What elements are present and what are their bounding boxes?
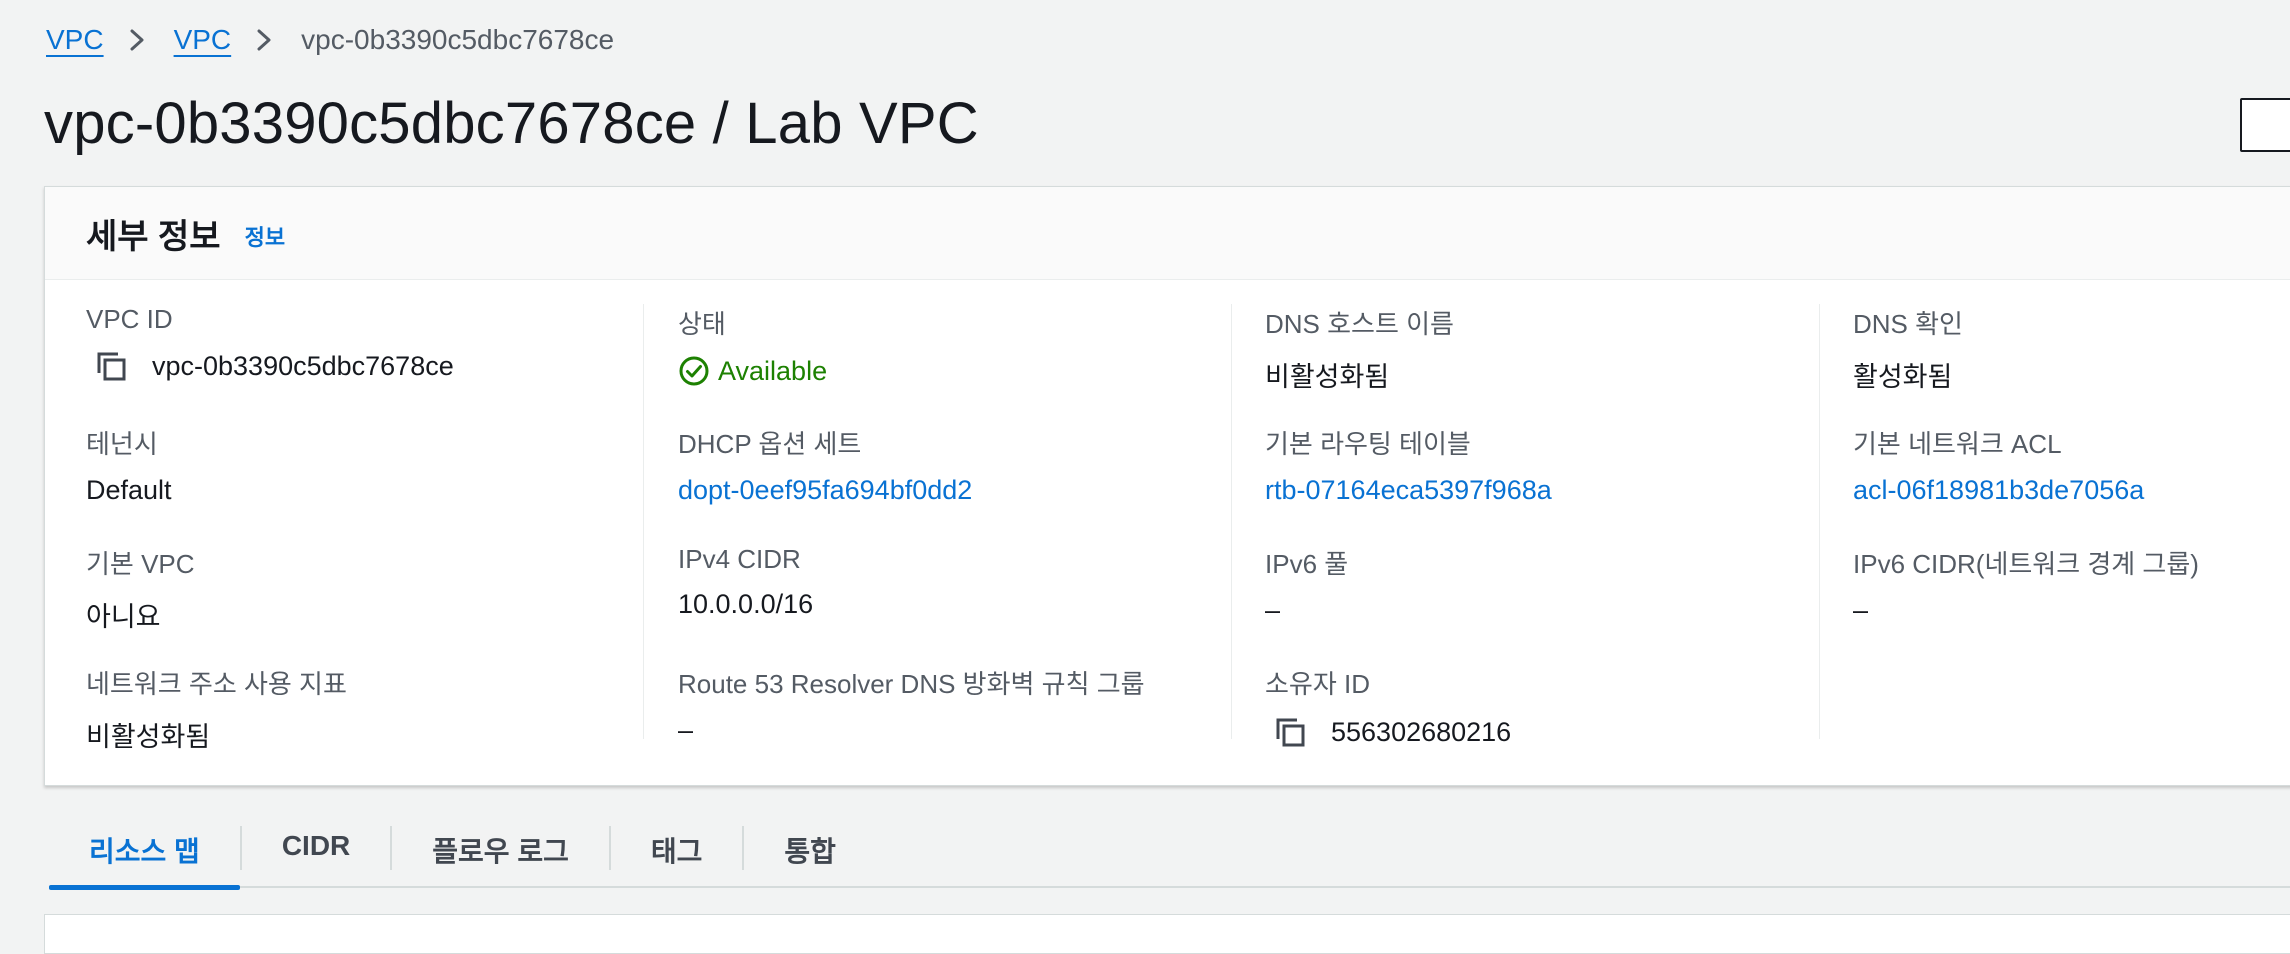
detail-field-value: 10.0.0.0/16 bbox=[678, 589, 814, 619]
detail-field-value-row: 556302680216 bbox=[1265, 715, 1825, 749]
tab-resource-map[interactable]: 리소스 맵 bbox=[49, 818, 240, 890]
breadcrumb-link-vpc-service[interactable]: VPC bbox=[46, 24, 104, 56]
tab-tags[interactable]: 태그 bbox=[611, 818, 743, 888]
detail-field-value: 아니요 bbox=[86, 602, 161, 632]
detail-field-value-row: 비활성화됨 bbox=[86, 715, 646, 754]
detail-field-label: 기본 VPC bbox=[86, 549, 195, 579]
tab-flow-logs[interactable]: 플로우 로그 bbox=[392, 818, 609, 888]
detail-field: 소유자 ID 556302680216 bbox=[1265, 664, 1825, 749]
detail-field-label: DNS 호스트 이름 bbox=[1265, 309, 1454, 339]
detail-field-label: DNS 확인 bbox=[1853, 309, 1963, 339]
detail-field-value: vpc-0b3390c5dbc7678ce bbox=[152, 350, 454, 381]
detail-field-value-row: acl-06f18981b3de7056a bbox=[1853, 475, 2290, 506]
detail-field-value: 556302680216 bbox=[1331, 716, 1512, 747]
detail-field-label: IPv4 CIDR bbox=[678, 544, 801, 574]
detail-field-link[interactable]: rtb-07164eca5397f968a bbox=[1265, 475, 1552, 506]
breadcrumb-current: vpc-0b3390c5dbc7678ce bbox=[301, 24, 615, 55]
detail-field-label: VPC ID bbox=[86, 304, 173, 334]
info-link[interactable]: 정보 bbox=[245, 220, 285, 252]
detail-field-value-row: – bbox=[1853, 595, 2290, 626]
breadcrumb-link-vpcs[interactable]: VPC bbox=[174, 24, 232, 56]
detail-field-value-row: vpc-0b3390c5dbc7678ce bbox=[86, 349, 646, 383]
detail-field: IPv6 풀 – bbox=[1265, 544, 1825, 626]
tab-cidr[interactable]: CIDR bbox=[242, 818, 390, 888]
detail-field-value-row: dopt-0eef95fa694bf0dd2 bbox=[678, 475, 1238, 506]
details-columns: VPC ID vpc-0b3390c5dbc7678ce 테넌시 Default 기본 … bbox=[45, 304, 2290, 752]
detail-field-value-row: – bbox=[1265, 595, 1825, 626]
detail-field: DNS 확인활성화됨 bbox=[1853, 304, 2290, 394]
detail-field: Route 53 Resolver DNS 방화벽 규칙 그룹 – bbox=[678, 664, 1238, 746]
detail-field-label: 소유자 ID bbox=[1265, 669, 1370, 699]
detail-field-value-row: 아니요 bbox=[86, 595, 646, 634]
detail-field-value-row: 10.0.0.0/16 bbox=[678, 589, 1238, 620]
detail-field: 네트워크 주소 사용 지표비활성화됨 bbox=[86, 664, 646, 754]
copy-icon[interactable] bbox=[1273, 715, 1307, 749]
detail-field-label: 기본 네트워크 ACL bbox=[1853, 429, 2062, 459]
detail-field: 기본 네트워크 ACL acl-06f18981b3de7056a bbox=[1853, 424, 2290, 506]
detail-field: IPv6 CIDR(네트워크 경계 그룹) – bbox=[1853, 544, 2290, 626]
detail-field-label: IPv6 풀 bbox=[1265, 549, 1349, 579]
details-panel: 세부 정보 정보 VPC ID vpc-0b3390c5dbc7678ce 테넌시 D… bbox=[44, 186, 2290, 786]
details-panel-header: 세부 정보 정보 bbox=[45, 187, 2290, 280]
tab-bar: 리소스 맵 CIDR 플로우 로그 태그 통합 bbox=[49, 818, 2290, 890]
chevron-right-icon bbox=[130, 29, 144, 51]
detail-field-value-row: rtb-07164eca5397f968a bbox=[1265, 475, 1825, 506]
page-title: vpc-0b3390c5dbc7678ce / Lab VPC bbox=[44, 91, 979, 156]
detail-field: 상태 Available bbox=[678, 304, 1238, 387]
detail-field-label: 기본 라우팅 테이블 bbox=[1265, 429, 1471, 459]
tab-integrations[interactable]: 통합 bbox=[744, 818, 876, 888]
detail-field-value: – bbox=[1265, 595, 1281, 625]
detail-field-label: IPv6 CIDR(네트워크 경계 그룹) bbox=[1853, 549, 2199, 579]
detail-field: 기본 라우팅 테이블 rtb-07164eca5397f968a bbox=[1265, 424, 1825, 506]
detail-field: IPv4 CIDR 10.0.0.0/16 bbox=[678, 544, 1238, 620]
detail-field-value-row: Default bbox=[86, 475, 646, 506]
detail-field: VPC ID vpc-0b3390c5dbc7678ce bbox=[86, 304, 646, 383]
detail-field-label: 네트워크 주소 사용 지표 bbox=[86, 669, 347, 699]
detail-field: DHCP 옵션 세트 dopt-0eef95fa694bf0dd2 bbox=[678, 424, 1238, 506]
details-title: 세부 정보 bbox=[86, 217, 221, 256]
detail-field-value: – bbox=[678, 715, 694, 745]
detail-field-value: Default bbox=[86, 475, 172, 505]
detail-field-value-row: 활성화됨 bbox=[1853, 355, 2290, 394]
detail-field-value: 비활성화됨 bbox=[86, 722, 211, 752]
detail-field-label: Route 53 Resolver DNS 방화벽 규칙 그룹 bbox=[678, 669, 1145, 699]
copy-icon[interactable] bbox=[94, 349, 128, 383]
actions-button[interactable]: 작 bbox=[2240, 98, 2290, 152]
detail-field: 테넌시 Default bbox=[86, 424, 646, 506]
detail-field-value: 비활성화됨 bbox=[1265, 362, 1390, 392]
detail-field-value: – bbox=[1853, 595, 1869, 625]
detail-field-label: 테넌시 bbox=[86, 429, 158, 459]
detail-field: 기본 VPC 아니요 bbox=[86, 544, 646, 634]
status-success-icon bbox=[679, 356, 709, 386]
status-value: Available bbox=[718, 355, 828, 386]
detail-field-link[interactable]: acl-06f18981b3de7056a bbox=[1853, 475, 2144, 506]
detail-field-value: 활성화됨 bbox=[1853, 362, 1953, 392]
breadcrumb: VPC VPC vpc-0b3390c5dbc7678ce bbox=[46, 24, 614, 56]
detail-field-value-row: Available bbox=[678, 355, 1238, 387]
detail-field: DNS 호스트 이름비활성화됨 bbox=[1265, 304, 1825, 394]
detail-field-label: DHCP 옵션 세트 bbox=[678, 429, 862, 459]
detail-field-value-row: 비활성화됨 bbox=[1265, 355, 1825, 394]
detail-field-label: 상태 bbox=[678, 309, 726, 339]
detail-field-value-row: – bbox=[678, 715, 1238, 746]
resource-map-panel bbox=[44, 914, 2290, 954]
chevron-right-icon bbox=[257, 29, 271, 51]
detail-field-link[interactable]: dopt-0eef95fa694bf0dd2 bbox=[678, 475, 972, 506]
